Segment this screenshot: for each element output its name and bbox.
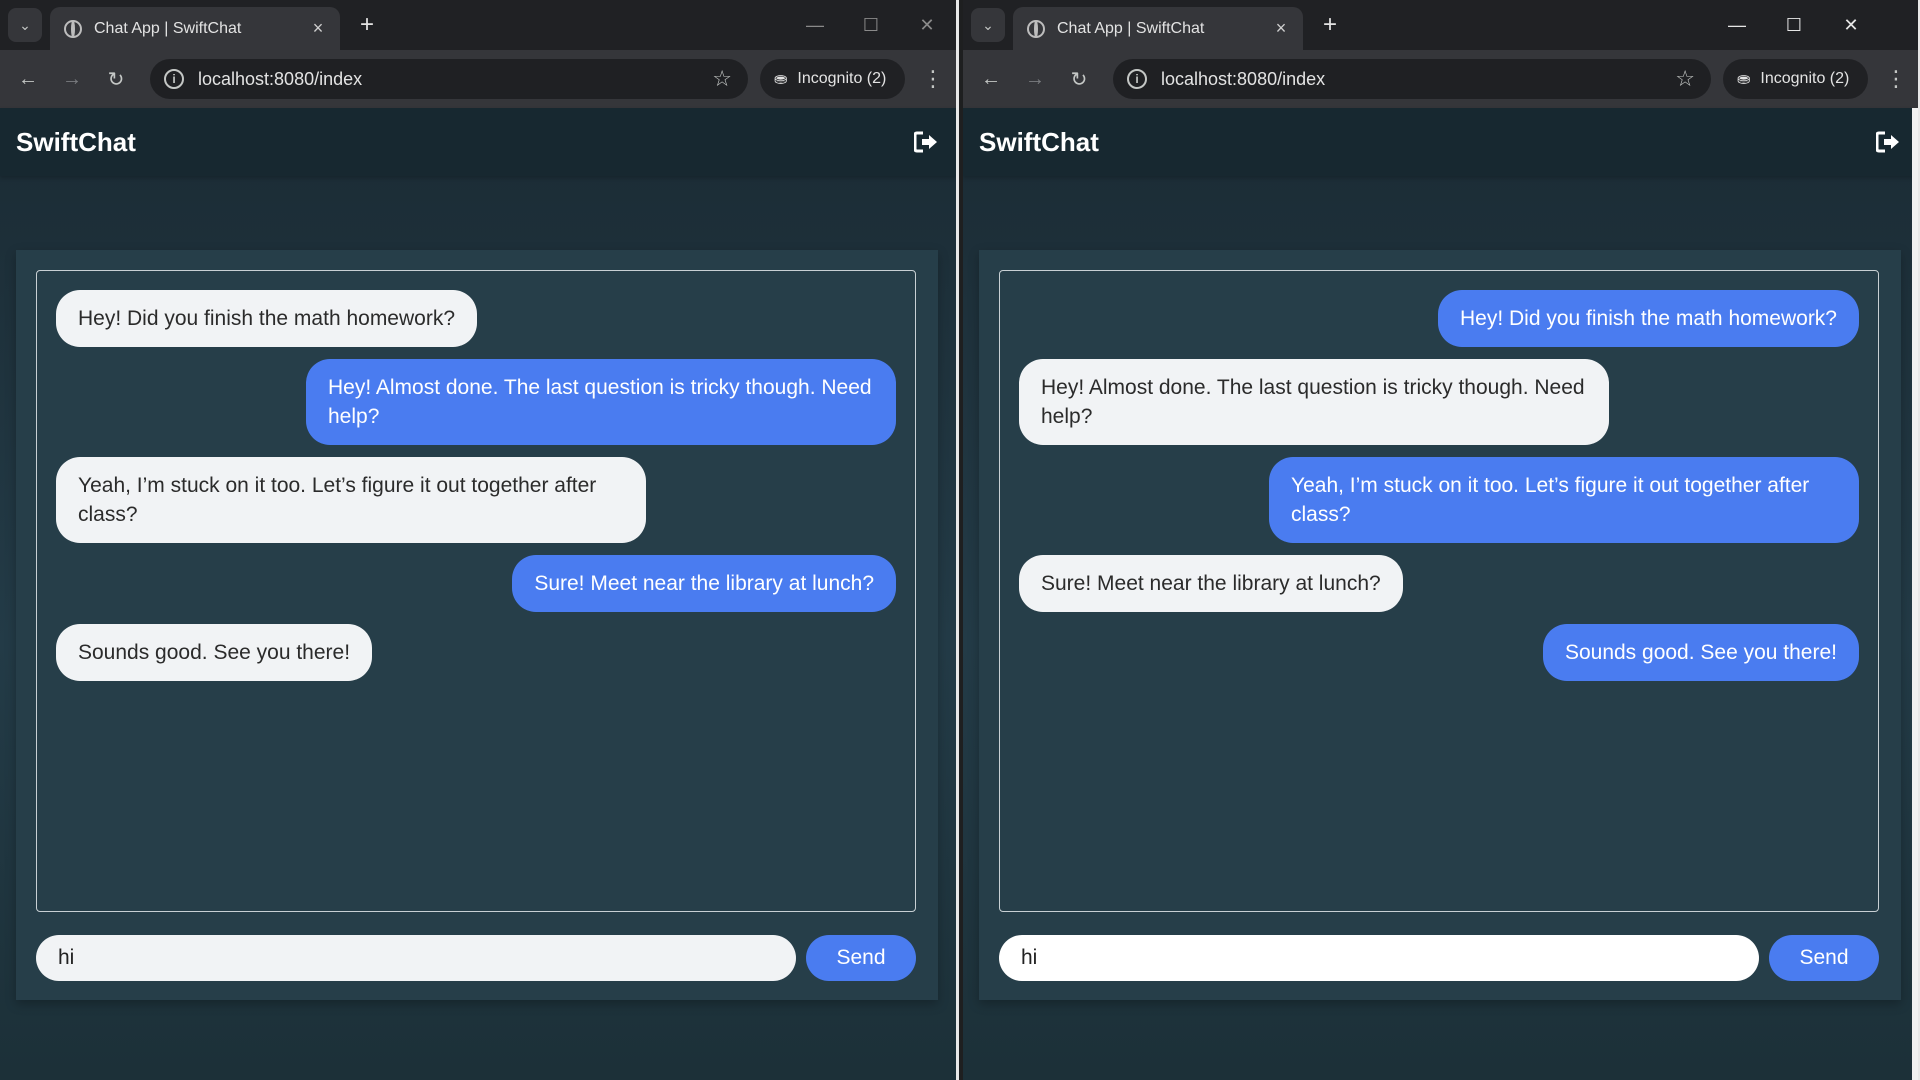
menu-kebab-icon[interactable]: ⋮ [918,59,948,99]
url-text: localhost:8080/index [198,68,363,89]
browser-window-right: ⌄ Chat App | SwiftChat × + — ☐ ✕ ← → ↻ i… [963,0,1920,1080]
forward-icon[interactable]: → [1015,59,1055,99]
message-input[interactable] [36,935,796,981]
chat-card: Hey! Did you finish the math homework? H… [16,250,938,1000]
chat-card: Hey! Did you finish the math homework? H… [979,250,1901,1000]
message-composer: Send [999,935,1879,981]
address-bar[interactable]: i localhost:8080/index ☆ [1113,59,1711,99]
tab-strip: ⌄ Chat App | SwiftChat × + — ☐ ✕ [963,0,1918,50]
browser-toolbar: ← → ↻ i localhost:8080/index ☆ ⛂ Incogni… [963,50,1918,108]
site-info-icon[interactable]: i [1127,69,1147,89]
menu-kebab-icon[interactable]: ⋮ [1881,59,1911,99]
page-viewport: SwiftChat Hey! Did you finish the math h… [0,108,956,1080]
forward-icon[interactable]: → [52,59,92,99]
tab-search-icon[interactable]: ⌄ [971,8,1005,42]
incognito-badge[interactable]: ⛂ Incognito (2) [760,59,905,99]
tab-title: Chat App | SwiftChat [94,19,242,37]
maximize-icon[interactable]: ☐ [1766,0,1822,50]
brand-title: SwiftChat [979,126,1099,157]
message-bubble-received: Yeah, I’m stuck on it too. Let’s figure … [56,457,646,543]
tab-search-icon[interactable]: ⌄ [8,8,42,42]
scrollbar[interactable] [1912,108,1918,1080]
incognito-badge[interactable]: ⛂ Incognito (2) [1723,59,1868,99]
tab-title: Chat App | SwiftChat [1057,19,1205,37]
browser-window-left: ⌄ Chat App | SwiftChat × + — ☐ ✕ ← → ↻ i… [0,0,959,1080]
new-tab-icon[interactable]: + [1315,10,1345,40]
logout-icon[interactable] [1874,128,1902,156]
message-bubble-received: Hey! Did you finish the math homework? [56,290,478,347]
reload-icon[interactable]: ↻ [1059,59,1099,99]
minimize-icon[interactable]: — [1709,0,1765,50]
message-bubble-received: Hey! Almost done. The last question is t… [1019,359,1609,445]
reload-icon[interactable]: ↻ [96,59,136,99]
logout-glyph [914,131,937,153]
desktop: ⌄ Chat App | SwiftChat × + — ☐ ✕ ← → ↻ i… [0,0,1920,1080]
globe-icon [1027,19,1045,38]
send-button[interactable]: Send [806,935,916,981]
app-header: SwiftChat [0,108,956,176]
message-composer: Send [36,935,916,981]
bookmark-star-icon[interactable]: ☆ [1675,66,1695,92]
message-bubble-sent: Yeah, I’m stuck on it too. Let’s figure … [1269,457,1859,543]
browser-tab[interactable]: Chat App | SwiftChat × [1013,7,1303,50]
logout-icon[interactable] [912,128,940,156]
app-header: SwiftChat [963,108,1918,176]
back-icon[interactable]: ← [8,59,48,99]
incognito-icon: ⛂ [774,71,788,88]
maximize-icon[interactable]: ☐ [843,0,899,50]
tab-strip: ⌄ Chat App | SwiftChat × + — ☐ ✕ [0,0,956,50]
close-window-icon[interactable]: ✕ [899,0,955,50]
url-text: localhost:8080/index [1161,68,1326,89]
message-bubble-received: Sounds good. See you there! [56,624,373,681]
incognito-label: Incognito (2) [797,70,887,87]
send-button[interactable]: Send [1769,935,1879,981]
page-viewport: SwiftChat Hey! Did you finish the math h… [963,108,1918,1080]
back-icon[interactable]: ← [971,59,1011,99]
browser-tab[interactable]: Chat App | SwiftChat × [50,7,340,50]
minimize-icon[interactable]: — [787,0,843,50]
bookmark-star-icon[interactable]: ☆ [712,66,732,92]
tab-close-icon[interactable]: × [306,18,330,39]
message-bubble-sent: Hey! Almost done. The last question is t… [306,359,896,445]
tab-close-icon[interactable]: × [1269,18,1293,39]
incognito-label: Incognito (2) [1760,70,1850,87]
message-bubble-sent: Sounds good. See you there! [1542,624,1859,681]
message-list[interactable]: Hey! Did you finish the math homework? H… [36,270,916,912]
browser-toolbar: ← → ↻ i localhost:8080/index ☆ ⛂ Incogni… [0,50,956,108]
new-tab-icon[interactable]: + [352,10,382,40]
site-info-icon[interactable]: i [164,69,184,89]
logout-glyph [1876,131,1899,153]
message-bubble-sent: Hey! Did you finish the math homework? [1437,290,1859,347]
globe-icon [64,19,82,38]
message-input[interactable] [999,935,1759,981]
message-bubble-sent: Sure! Meet near the library at lunch? [512,555,896,612]
message-bubble-received: Sure! Meet near the library at lunch? [1019,555,1403,612]
brand-title: SwiftChat [16,126,136,157]
address-bar[interactable]: i localhost:8080/index ☆ [150,59,748,99]
message-list[interactable]: Hey! Did you finish the math homework? H… [999,270,1879,912]
incognito-icon: ⛂ [1737,71,1751,88]
close-window-icon[interactable]: ✕ [1823,0,1879,50]
